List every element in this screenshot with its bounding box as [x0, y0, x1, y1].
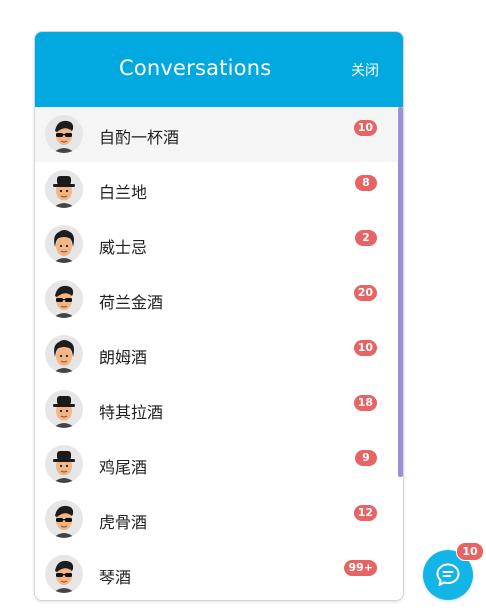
conversation-item[interactable]: 荷兰金酒 20	[35, 272, 397, 327]
conversation-item[interactable]: 威士忌 2	[35, 217, 397, 272]
unread-badge: 9	[355, 450, 377, 466]
conversation-name: 朗姆酒	[99, 348, 148, 367]
chat-bubble-icon	[436, 563, 460, 586]
panel-title: Conversations	[119, 56, 272, 80]
unread-badge: 99+	[344, 560, 377, 576]
conversations-panel: Conversations 关闭 自酌一杯酒 10 白兰地 8 威士忌 2 荷兰…	[34, 31, 404, 601]
unread-badge: 10	[353, 340, 377, 356]
list-scrollbar[interactable]	[398, 107, 403, 477]
conversation-name: 荷兰金酒	[99, 293, 164, 312]
unread-badge: 8	[355, 175, 377, 191]
conversation-name: 鸡尾酒	[99, 458, 148, 477]
sunglasses-avatar-icon	[45, 500, 83, 538]
conversation-item[interactable]: 自酌一杯酒 10	[35, 107, 397, 162]
conversation-name: 威士忌	[99, 238, 148, 257]
conversation-item[interactable]: 朗姆酒 10	[35, 327, 397, 382]
conversation-item[interactable]: 虎骨酒 12	[35, 492, 397, 547]
conversation-item[interactable]: 特其拉酒 18	[35, 382, 397, 437]
panel-header: Conversations 关闭	[35, 32, 403, 107]
chat-button-badge: 10	[456, 542, 484, 561]
conversation-name: 特其拉酒	[99, 403, 164, 422]
curly-hair-avatar-icon	[45, 225, 83, 263]
conversation-name: 虎骨酒	[99, 513, 148, 532]
conversation-list[interactable]: 自酌一杯酒 10 白兰地 8 威士忌 2 荷兰金酒 20 朗姆酒 10 特其拉酒…	[35, 107, 403, 600]
conversation-name: 自酌一杯酒	[99, 128, 180, 147]
hat-avatar-icon	[45, 390, 83, 428]
curly-hair-avatar-icon	[45, 335, 83, 373]
hat-avatar-icon	[45, 170, 83, 208]
unread-badge: 10	[353, 120, 377, 136]
conversation-item[interactable]: 白兰地 8	[35, 162, 397, 217]
conversation-name: 琴酒	[99, 568, 132, 587]
unread-badge: 2	[355, 230, 377, 246]
hat-avatar-icon	[45, 445, 83, 483]
sunglasses-avatar-icon	[45, 280, 83, 318]
conversation-item[interactable]: 琴酒 99+	[35, 547, 397, 600]
unread-badge: 20	[353, 285, 377, 301]
close-button[interactable]: 关闭	[351, 60, 379, 80]
sunglasses-avatar-icon	[45, 555, 83, 593]
conversation-name: 白兰地	[99, 183, 148, 202]
unread-badge: 18	[353, 395, 377, 411]
unread-badge: 12	[353, 505, 377, 521]
conversation-item[interactable]: 鸡尾酒 9	[35, 437, 397, 492]
sunglasses-avatar-icon	[45, 115, 83, 153]
